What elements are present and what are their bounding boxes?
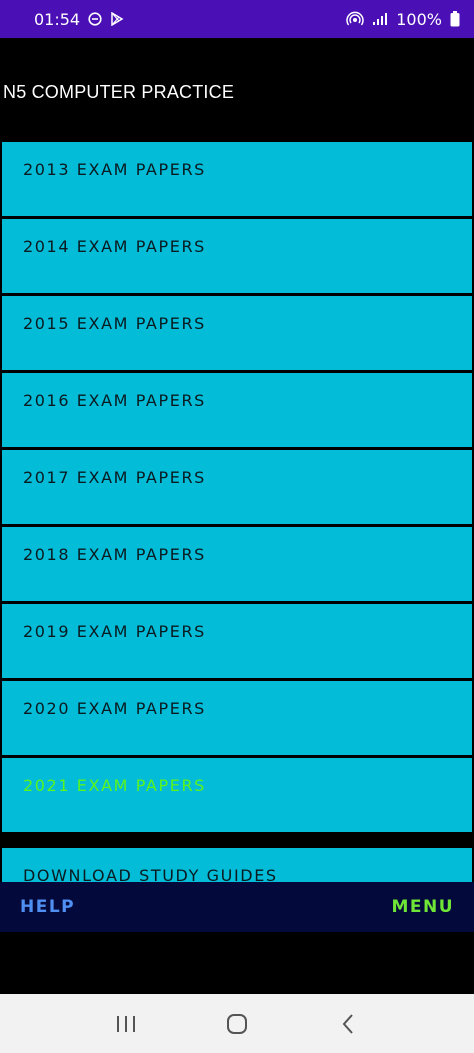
empty-area (0, 932, 474, 994)
hotspot-icon (346, 11, 364, 27)
list-item-label: 2015 EXAM PAPERS (23, 314, 206, 333)
list-item-2014[interactable]: 2014 EXAM PAPERS (2, 219, 472, 293)
menu-button[interactable]: MENU (391, 897, 454, 917)
list-item-label: DOWNLOAD STUDY GUIDES (23, 866, 278, 882)
list-item-label: 2018 EXAM PAPERS (23, 545, 206, 564)
help-button[interactable]: HELP (20, 897, 75, 917)
system-nav-bar (0, 994, 474, 1053)
list-item-2017[interactable]: 2017 EXAM PAPERS (2, 450, 472, 524)
exam-papers-list[interactable]: 2013 EXAM PAPERS 2014 EXAM PAPERS 2015 E… (2, 142, 472, 882)
list-item-2015[interactable]: 2015 EXAM PAPERS (2, 296, 472, 370)
list-item-label: 2021 EXAM PAPERS (23, 776, 206, 795)
status-bar: 01:54 100% (0, 0, 474, 38)
battery-percent: 100% (396, 9, 442, 29)
page-title: N5 COMPUTER PRACTICE (3, 82, 235, 102)
battery-icon (450, 11, 460, 27)
list-item-2018[interactable]: 2018 EXAM PAPERS (2, 527, 472, 601)
status-left: 01:54 (34, 10, 124, 29)
recent-apps-icon[interactable] (106, 1004, 146, 1044)
signal-icon (372, 12, 388, 26)
list-item-2016[interactable]: 2016 EXAM PAPERS (2, 373, 472, 447)
list-item-label: 2014 EXAM PAPERS (23, 237, 206, 256)
status-right: 100% (346, 10, 460, 29)
list-item-2019[interactable]: 2019 EXAM PAPERS (2, 604, 472, 678)
list-item-download-study-guides[interactable]: DOWNLOAD STUDY GUIDES (2, 848, 472, 882)
do-not-disturb-icon (88, 12, 102, 26)
play-store-icon (110, 12, 124, 26)
list-item-label: 2019 EXAM PAPERS (23, 622, 206, 641)
app-bar: N5 COMPUTER PRACTICE (0, 38, 474, 138)
list-item-label: 2016 EXAM PAPERS (23, 391, 206, 410)
back-icon[interactable] (328, 1004, 368, 1044)
home-icon[interactable] (217, 1004, 257, 1044)
list-item-2021[interactable]: 2021 EXAM PAPERS (2, 758, 472, 832)
status-time: 01:54 (34, 9, 81, 29)
bottom-action-bar: HELP MENU (0, 882, 474, 932)
list-item-2013[interactable]: 2013 EXAM PAPERS (2, 142, 472, 216)
list-item-label: 2020 EXAM PAPERS (23, 699, 206, 718)
list-item-label: 2017 EXAM PAPERS (23, 468, 206, 487)
list-item-2020[interactable]: 2020 EXAM PAPERS (2, 681, 472, 755)
list-item-label: 2013 EXAM PAPERS (23, 160, 206, 179)
